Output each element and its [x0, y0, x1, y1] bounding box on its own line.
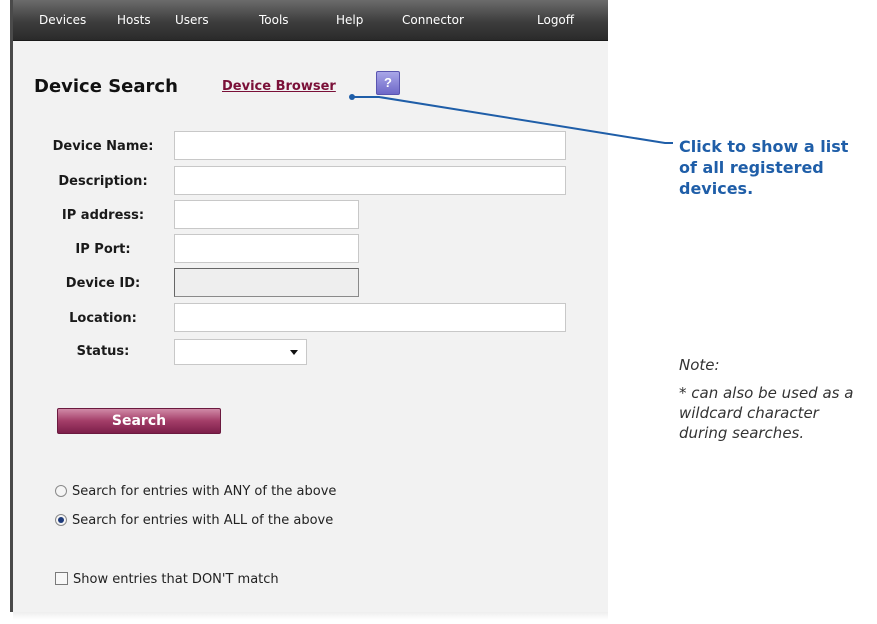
- dont-match-checkbox[interactable]: [55, 572, 68, 585]
- wildcard-note: Note: * can also be used as a wildcard c…: [679, 355, 869, 443]
- description-field[interactable]: [174, 166, 566, 195]
- match-any-option[interactable]: Search for entries with ANY of the above: [55, 484, 336, 499]
- device-name-field[interactable]: [174, 131, 566, 160]
- match-all-option[interactable]: Search for entries with ALL of the above: [55, 513, 333, 528]
- device-browser-link[interactable]: Device Browser: [222, 79, 336, 94]
- dont-match-option[interactable]: Show entries that DON'T match: [55, 572, 279, 587]
- menu-hosts[interactable]: Hosts: [117, 13, 151, 27]
- ip-address-label: IP address:: [61, 208, 145, 223]
- menu-tools[interactable]: Tools: [259, 13, 289, 27]
- ip-port-field[interactable]: [174, 234, 359, 263]
- note-body: * can also be used as a wildcard charact…: [679, 384, 854, 442]
- match-any-label: Search for entries with ANY of the above: [72, 484, 337, 499]
- device-id-label: Device ID:: [65, 276, 141, 291]
- menu-bar: Devices Hosts Users Tools Help Connector…: [13, 0, 608, 41]
- ip-address-field[interactable]: [174, 200, 359, 229]
- chevron-down-icon: [290, 350, 298, 355]
- match-all-label: Search for entries with ALL of the above: [72, 513, 334, 528]
- note-title: Note:: [679, 356, 720, 374]
- status-label: Status:: [76, 344, 130, 359]
- location-label: Location:: [69, 311, 137, 326]
- dont-match-label: Show entries that DON'T match: [73, 572, 279, 587]
- device-id-field: [174, 268, 359, 297]
- menu-help[interactable]: Help: [336, 13, 363, 27]
- status-select[interactable]: [174, 339, 307, 365]
- location-field[interactable]: [174, 303, 566, 332]
- menu-users[interactable]: Users: [175, 13, 209, 27]
- menu-logoff[interactable]: Logoff: [537, 13, 574, 27]
- device-browser-callout: Click to show a list of all registered d…: [679, 137, 849, 198]
- help-button[interactable]: ?: [376, 71, 400, 95]
- match-all-radio[interactable]: [55, 514, 67, 526]
- menu-devices[interactable]: Devices: [39, 13, 86, 27]
- menu-connector[interactable]: Connector: [402, 13, 464, 27]
- search-button[interactable]: Search: [57, 408, 221, 434]
- help-icon: ?: [384, 75, 392, 90]
- device-name-label: Device Name:: [52, 139, 154, 154]
- ip-port-label: IP Port:: [75, 242, 131, 257]
- match-any-radio[interactable]: [55, 485, 67, 497]
- description-label: Description:: [58, 174, 148, 189]
- device-search-window: Devices Hosts Users Tools Help Connector…: [10, 0, 608, 620]
- page-title: Device Search: [34, 76, 178, 97]
